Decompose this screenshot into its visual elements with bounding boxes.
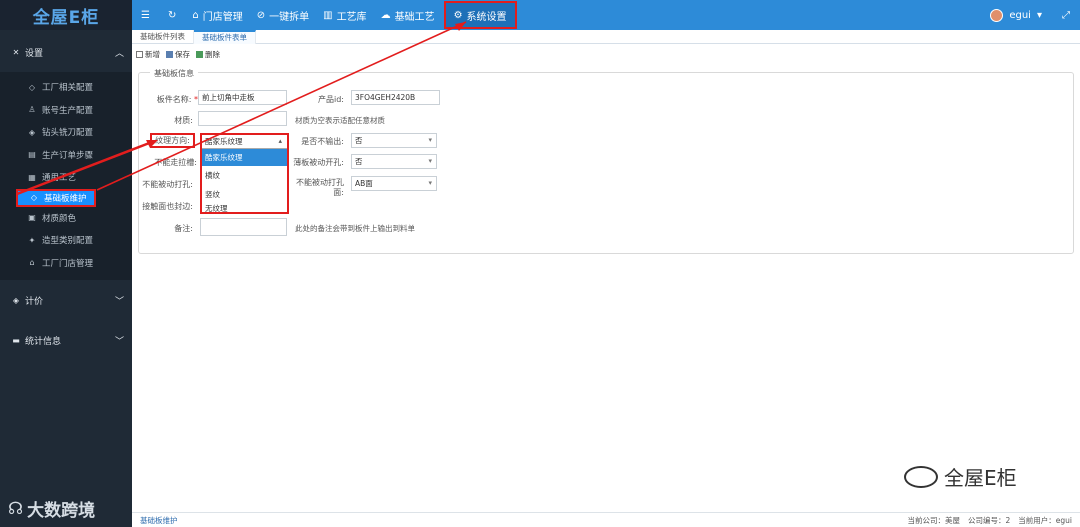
sidebar-group-settings[interactable]: ✕ 设置 ︿ (0, 32, 132, 72)
sidebar-item-order-steps[interactable]: ▤ 生产订单步骤 (0, 144, 132, 167)
save-icon (166, 51, 173, 58)
no-groove-label: 不能走拉槽: (154, 158, 197, 167)
tag-icon: ◇ (28, 82, 36, 92)
fullscreen-icon[interactable]: ⤢ (1062, 10, 1070, 21)
footer-breadcrumb[interactable]: 基础板维护 (140, 515, 178, 526)
sidebar-group-statistics[interactable]: ▬ 统计信息 ﹀ (0, 320, 132, 360)
dropdown-option[interactable]: 横纹 (202, 166, 287, 185)
product-id-label: 产品id: (318, 95, 344, 104)
remark-textarea[interactable] (200, 218, 287, 236)
refresh-icon: ↻ (167, 9, 177, 21)
dropdown-option[interactable]: 无纹理 (202, 204, 287, 213)
page-tabs: 基础板件列表 基础板件表单 (132, 30, 1080, 44)
form-toolbar: 新增 保存 删除 (136, 49, 220, 60)
no-output-select[interactable]: 否 (351, 133, 437, 148)
chat-icon: ▬ (12, 335, 20, 345)
caret-down-icon: ▾ (1036, 9, 1042, 21)
new-button[interactable]: 新增 (136, 49, 160, 60)
nav-process-library[interactable]: ▥ 工艺库 (316, 0, 373, 30)
watermark-logo-icon: ☊ (8, 498, 24, 519)
sidebar-group-pricing[interactable]: ◈ 计价 ﹀ (0, 280, 132, 320)
user-menu[interactable]: egui ▾ ⤢ (990, 8, 1080, 22)
diamond-icon: ◈ (12, 295, 20, 305)
thin-board-select[interactable]: 否 (351, 154, 437, 169)
grain-direction-dropdown[interactable]: 酷家乐纹理 酷家乐纹理 横纹 竖纹 无纹理 (200, 133, 289, 214)
contact-edge-label: 接触面也封边: (142, 202, 193, 211)
nav-basic-process[interactable]: ☁ 基础工艺 (374, 0, 442, 30)
save-button[interactable]: 保存 (166, 49, 190, 60)
sidebar-item-common-process[interactable]: ▦ 通用工艺 (0, 166, 132, 189)
new-file-icon (136, 51, 143, 58)
passive-drill-face-label: 不能被动打孔面: (296, 178, 344, 197)
top-navbar: ☰ ↻ ⌂ 门店管理 ⊘ 一键拆单 ▥ 工艺库 ☁ 基础工艺 ⚙ 系统设置 egui ▾ … (132, 0, 1080, 30)
product-id-input[interactable]: 3FO4GEH2420B (351, 90, 440, 105)
user-icon: ♙ (28, 105, 36, 115)
sidebar-submenu-settings: ◇ 工厂相关配置 ♙ 账号生产配置 ◈ 钻头铣刀配置 ▤ 生产订单步骤 ▦ 通用工艺 ◇ 基… (0, 72, 132, 280)
sidebar-item-material-color[interactable]: ▣ 材质颜色 (0, 207, 132, 230)
watermark-right: 全屋E柜 (904, 462, 1017, 491)
dropdown-option[interactable]: 竖纹 (202, 185, 287, 204)
diamond-icon: ◈ (28, 127, 36, 137)
shapes-icon: ✦ (28, 235, 36, 245)
trash-icon (196, 51, 203, 58)
chevron-down-icon: ﹀ (114, 336, 124, 347)
library-icon: ▥ (323, 9, 333, 21)
sidebar-item-account-config[interactable]: ♙ 账号生产配置 (0, 99, 132, 122)
footer-user: 当前用户：egui (1018, 515, 1072, 525)
wechat-icon (904, 465, 938, 488)
tag-icon: ◇ (30, 193, 38, 202)
sidebar-item-store-management[interactable]: ⌂ 工厂门店管理 (0, 252, 132, 275)
thin-board-label: 薄板被动开孔: (293, 158, 344, 167)
nav-one-click-split[interactable]: ⊘ 一键拆单 (250, 0, 316, 30)
footer-company: 当前公司：美屋 (907, 515, 961, 525)
fieldset-legend: 基础板信息 (150, 68, 198, 79)
remark-label: 备注: (174, 224, 193, 233)
no-passive-drill-label: 不能被动打孔: (142, 180, 193, 189)
chevron-up-icon: ︿ (114, 48, 124, 59)
board-name-input[interactable]: 前上切角中走板 (198, 90, 287, 105)
tab-board-form[interactable]: 基础板件表单 (194, 30, 256, 44)
document-icon: ▤ (28, 150, 36, 160)
tab-board-list[interactable]: 基础板件列表 (132, 30, 194, 44)
grain-direction-label: 纹理方向: (150, 133, 195, 148)
passive-drill-face-select[interactable]: AB面 (351, 176, 437, 191)
nav-system-settings[interactable]: ⚙ 系统设置 (443, 1, 517, 29)
no-output-label: 是否不输出: (301, 137, 344, 146)
watermark-left: ☊ 大数跨境 (8, 498, 96, 522)
grain-direction-select[interactable]: 酷家乐纹理 (202, 135, 287, 149)
dropdown-option[interactable]: 酷家乐纹理 (202, 149, 287, 166)
footer-company-no: 公司编号：2 (968, 515, 1011, 525)
app-logo[interactable]: 全屋E柜 (0, 0, 132, 30)
material-input[interactable] (198, 111, 287, 126)
menu-icon: ☰ (141, 9, 150, 21)
check-circle-icon: ⊘ (256, 9, 266, 21)
gear-icon: ⚙ (453, 9, 463, 21)
avatar (990, 8, 1004, 22)
sidebar-item-drill-config[interactable]: ◈ 钻头铣刀配置 (0, 121, 132, 144)
material-label: 材质: (174, 116, 193, 125)
home-icon: ⌂ (192, 9, 199, 21)
image-icon: ▣ (28, 213, 36, 223)
tools-icon: ✕ (12, 47, 20, 57)
status-footer: 基础板维护 当前公司：美屋 公司编号：2 当前用户：egui (132, 512, 1080, 527)
delete-button[interactable]: 删除 (196, 49, 220, 60)
table-icon: ▦ (28, 172, 36, 182)
home-icon: ⌂ (29, 258, 35, 268)
nav-store-management[interactable]: ⌂ 门店管理 (185, 0, 249, 30)
sidebar: 全屋E柜 ✕ 设置 ︿ ◇ 工厂相关配置 ♙ 账号生产配置 ◈ 钻头铣刀配置 ▤ 生产订单… (0, 0, 132, 527)
chevron-down-icon: ﹀ (114, 296, 124, 307)
sidebar-item-base-board[interactable]: ◇ 基础板维护 (16, 188, 96, 207)
refresh-button[interactable]: ↻ (159, 0, 185, 30)
sidebar-item-factory-config[interactable]: ◇ 工厂相关配置 (0, 76, 132, 99)
material-hint: 材质为空表示适配任意材质 (295, 116, 385, 125)
board-name-label: 板件名称: * (156, 95, 198, 104)
cloud-icon: ☁ (380, 9, 391, 21)
sidebar-item-shape-category[interactable]: ✦ 造型类别配置 (0, 229, 132, 252)
remark-hint: 此处的备注会带到板件上输出到料单 (295, 224, 415, 233)
menu-toggle-button[interactable]: ☰ (132, 0, 159, 30)
